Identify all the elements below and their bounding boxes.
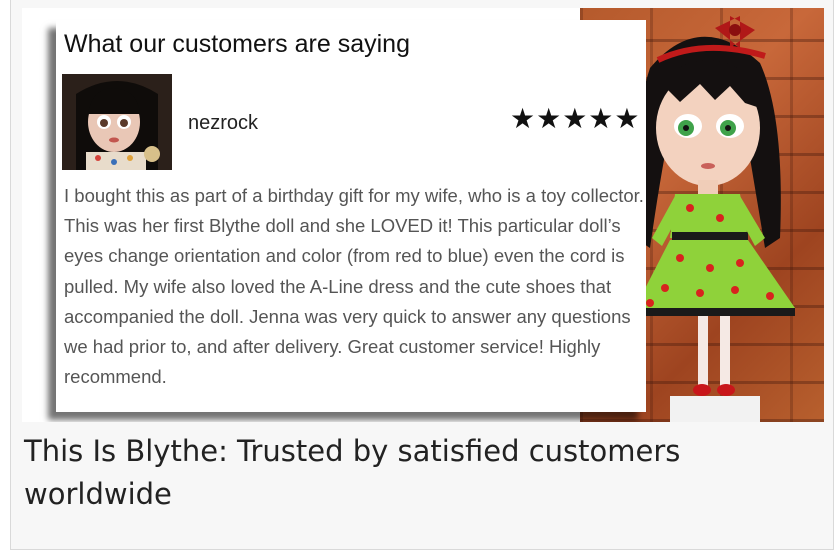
- reviewer-avatar: [62, 74, 172, 170]
- doll-avatar-icon: [62, 74, 172, 170]
- testimonial-card: What our customers are saying nezrock ★★…: [56, 20, 646, 412]
- review-text: I bought this as part of a birthday gift…: [64, 185, 644, 388]
- image-caption: This Is Blythe: Trusted by satisfied cus…: [24, 434, 681, 511]
- testimonial-heading: What our customers are saying: [64, 30, 410, 58]
- testimonial-image: What our customers are saying nezrock ★★…: [22, 8, 824, 422]
- star-rating: ★★★★★: [510, 102, 641, 135]
- reviewer-name: nezrock: [188, 112, 259, 134]
